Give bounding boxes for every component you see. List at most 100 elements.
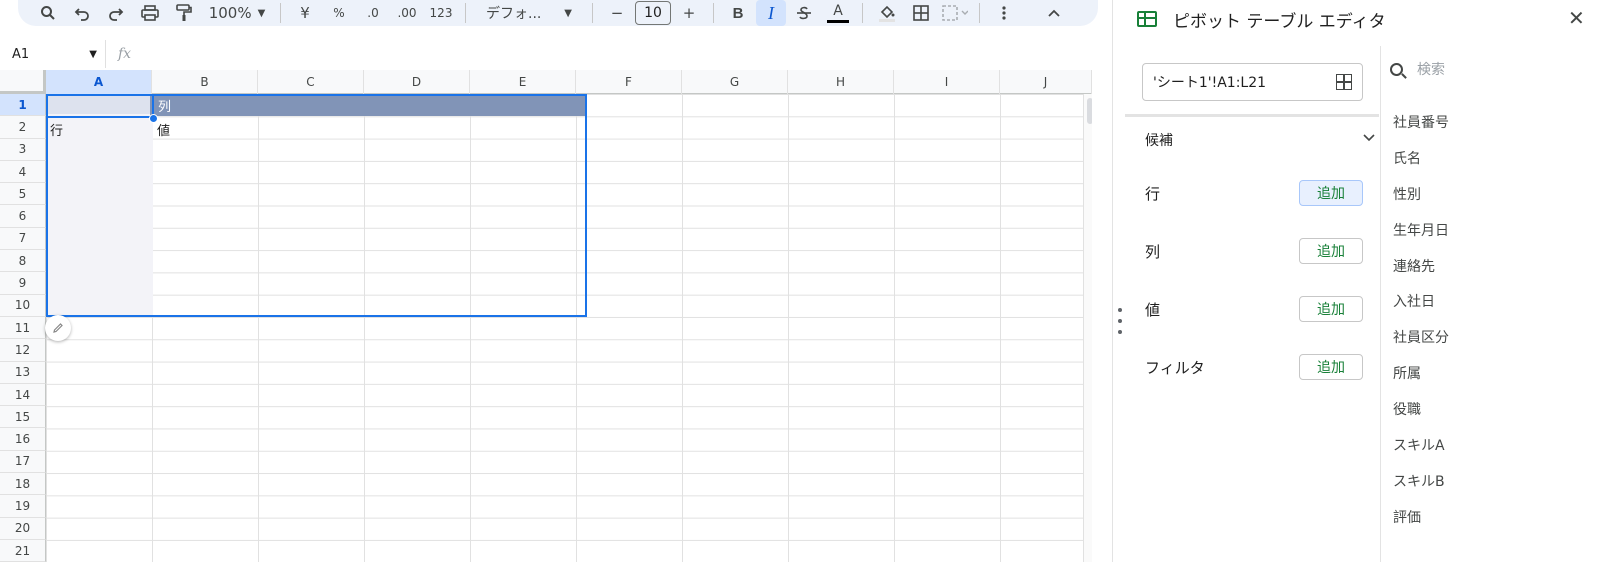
toolbar-divider bbox=[713, 3, 714, 23]
filters-section: フィルタ 追加 bbox=[1145, 354, 1363, 380]
row-header[interactable]: 8 bbox=[0, 250, 46, 273]
field-item[interactable]: 社員番号 bbox=[1393, 104, 1449, 140]
data-range-field[interactable]: 'シート1'!A1:L21 bbox=[1142, 63, 1363, 101]
panel-header: ピボット テーブル エディタ bbox=[1137, 4, 1386, 34]
name-box-value: A1 bbox=[12, 46, 30, 62]
field-item[interactable]: 評価 bbox=[1393, 499, 1449, 535]
row-header[interactable]: 1 bbox=[0, 94, 46, 117]
column-header-c[interactable]: C bbox=[258, 70, 364, 94]
add-values-button[interactable]: 追加 bbox=[1299, 296, 1363, 322]
field-item[interactable]: 入社日 bbox=[1393, 283, 1449, 319]
font-select[interactable]: デフォ... ▼ bbox=[474, 0, 584, 26]
vertical-scrollbar[interactable] bbox=[1083, 94, 1092, 562]
collapse-toolbar-icon[interactable] bbox=[1038, 0, 1070, 26]
row-header[interactable]: 10 bbox=[0, 294, 46, 317]
cell-b2[interactable]: 値 bbox=[157, 120, 170, 139]
paint-format-icon[interactable] bbox=[168, 0, 200, 26]
row-header[interactable]: 6 bbox=[0, 205, 46, 228]
column-header-i[interactable]: I bbox=[894, 70, 1000, 94]
search-menus-icon[interactable] bbox=[32, 0, 64, 26]
column-header-b[interactable]: B bbox=[152, 70, 258, 94]
font-size-decrease-icon[interactable]: − bbox=[601, 0, 633, 26]
row-header[interactable]: 2 bbox=[0, 116, 46, 139]
row-header[interactable]: 7 bbox=[0, 227, 46, 251]
row-header[interactable]: 18 bbox=[0, 473, 46, 496]
percent-button[interactable]: % bbox=[323, 0, 355, 26]
column-header-h[interactable]: H bbox=[788, 70, 894, 94]
more-options-icon[interactable] bbox=[988, 0, 1020, 26]
redo-icon[interactable] bbox=[100, 0, 132, 26]
section-label: 行 bbox=[1145, 184, 1161, 203]
cell-a2[interactable]: 行 bbox=[50, 120, 63, 139]
row-header[interactable]: 9 bbox=[0, 272, 46, 295]
italic-button[interactable]: I bbox=[756, 0, 786, 26]
strikethrough-icon[interactable] bbox=[788, 0, 820, 26]
toolbar-divider bbox=[280, 3, 281, 23]
add-filters-button[interactable]: 追加 bbox=[1299, 354, 1363, 380]
row-header[interactable]: 5 bbox=[0, 183, 46, 206]
row-header[interactable]: 13 bbox=[0, 361, 46, 384]
number-format-button[interactable]: 123 bbox=[425, 0, 457, 26]
row-header[interactable]: 14 bbox=[0, 383, 46, 407]
search-placeholder: 検索 bbox=[1417, 62, 1445, 78]
font-size-input[interactable]: 10 bbox=[635, 1, 671, 25]
undo-icon[interactable] bbox=[66, 0, 98, 26]
name-box[interactable]: A1 ▼ bbox=[0, 40, 106, 68]
spreadsheet-grid: A B C D E F G H I J 1 2 3 4 5 6 7 8 9 10… bbox=[0, 70, 1092, 562]
borders-icon[interactable] bbox=[905, 0, 937, 26]
row-header[interactable]: 4 bbox=[0, 160, 46, 184]
row-header[interactable]: 11 bbox=[0, 316, 46, 340]
row-header[interactable]: 19 bbox=[0, 495, 46, 518]
active-cell-outline bbox=[46, 94, 154, 118]
select-range-icon[interactable] bbox=[1336, 74, 1352, 90]
row-header[interactable]: 20 bbox=[0, 517, 46, 540]
rows-section: 行 追加 bbox=[1145, 180, 1363, 206]
field-item[interactable]: 所属 bbox=[1393, 355, 1449, 391]
row-header[interactable]: 21 bbox=[0, 539, 46, 562]
text-color-button[interactable]: A bbox=[822, 0, 854, 26]
column-header-e[interactable]: E bbox=[470, 70, 576, 94]
column-header-a[interactable]: A bbox=[46, 70, 152, 94]
close-icon[interactable]: ✕ bbox=[1568, 6, 1585, 30]
currency-button[interactable]: ¥ bbox=[289, 0, 321, 26]
column-header-j[interactable]: J bbox=[1000, 70, 1092, 94]
search-icon bbox=[1390, 62, 1403, 76]
field-item[interactable]: スキルB bbox=[1393, 463, 1449, 499]
field-item[interactable]: 役職 bbox=[1393, 391, 1449, 427]
bold-button[interactable]: B bbox=[722, 0, 754, 26]
field-item[interactable]: 社員区分 bbox=[1393, 319, 1449, 355]
cell-b1[interactable]: 列 bbox=[153, 94, 586, 116]
row-header[interactable]: 12 bbox=[0, 339, 46, 362]
row-header[interactable]: 16 bbox=[0, 428, 46, 451]
add-columns-button[interactable]: 追加 bbox=[1299, 238, 1363, 264]
field-item[interactable]: 生年月日 bbox=[1393, 212, 1449, 248]
font-size-increase-icon[interactable]: + bbox=[673, 0, 705, 26]
field-item[interactable]: スキルA bbox=[1393, 427, 1449, 463]
increase-decimal-button[interactable]: .00 bbox=[391, 0, 423, 26]
fill-handle[interactable] bbox=[149, 114, 158, 123]
column-headers: A B C D E F G H I J bbox=[0, 70, 1092, 94]
field-search[interactable]: 検索 bbox=[1390, 58, 1590, 80]
field-item[interactable]: 連絡先 bbox=[1393, 248, 1449, 284]
values-section: 値 追加 bbox=[1145, 296, 1363, 322]
fill-color-icon[interactable] bbox=[871, 0, 903, 26]
print-icon[interactable] bbox=[134, 0, 166, 26]
suggestions-toggle[interactable]: 候補 bbox=[1145, 130, 1375, 150]
cell-area[interactable] bbox=[46, 94, 1092, 562]
row-header[interactable]: 15 bbox=[0, 406, 46, 429]
decrease-decimal-button[interactable]: .0 bbox=[357, 0, 389, 26]
select-all-corner[interactable] bbox=[0, 70, 46, 94]
row-header[interactable]: 17 bbox=[0, 450, 46, 474]
edit-pivot-pencil-icon[interactable] bbox=[45, 315, 71, 341]
field-item[interactable]: 氏名 bbox=[1393, 140, 1449, 176]
row-header[interactable]: 3 bbox=[0, 138, 46, 161]
column-header-f[interactable]: F bbox=[576, 70, 682, 94]
field-item[interactable]: 性別 bbox=[1393, 176, 1449, 212]
merge-cells-icon[interactable] bbox=[939, 0, 971, 26]
add-rows-button[interactable]: 追加 bbox=[1299, 180, 1363, 206]
column-header-d[interactable]: D bbox=[364, 70, 470, 94]
panel-resize-handle-icon[interactable] bbox=[1117, 308, 1123, 334]
scrollbar-thumb[interactable] bbox=[1087, 98, 1092, 124]
zoom-select[interactable]: 100% ▼ bbox=[202, 0, 272, 26]
column-header-g[interactable]: G bbox=[682, 70, 788, 94]
